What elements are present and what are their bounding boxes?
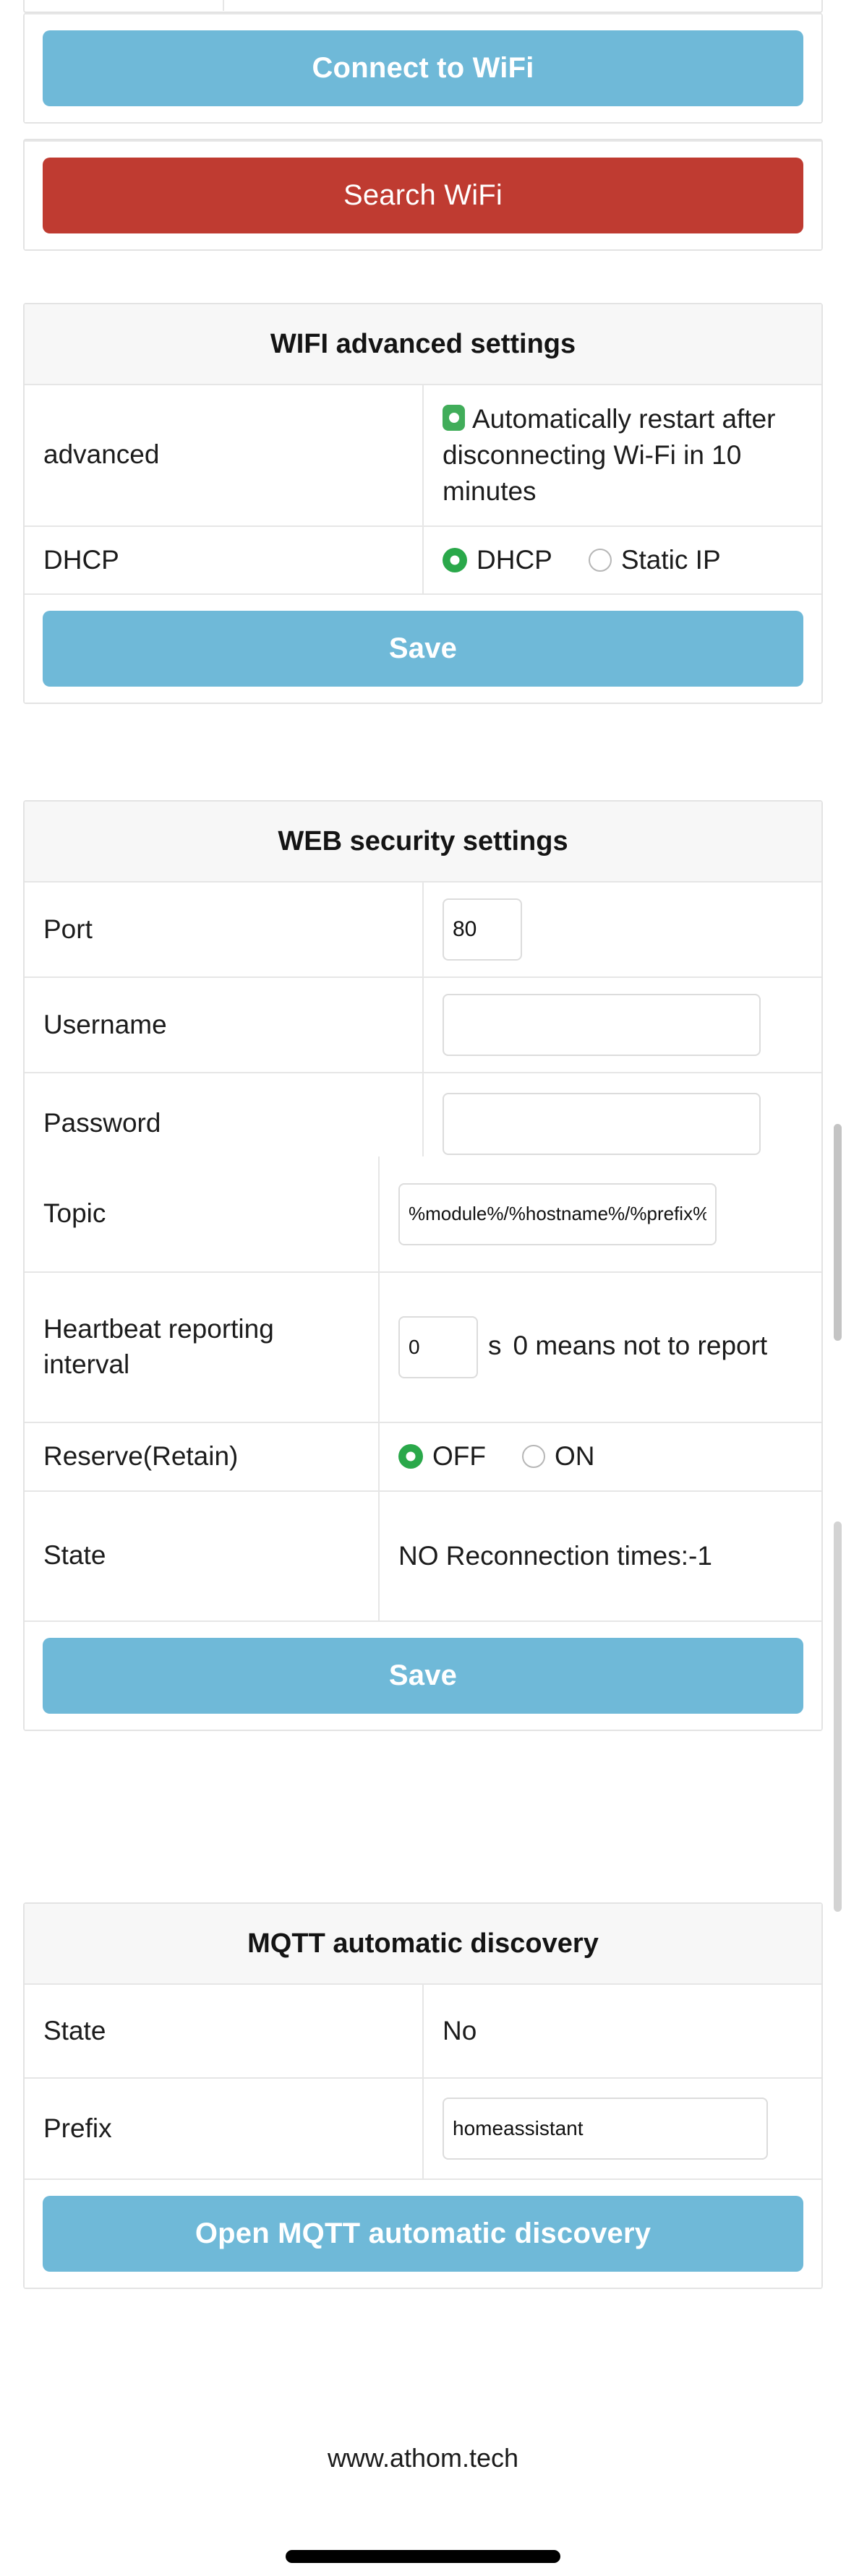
mqtt-state-value: NO Reconnection times:-1	[379, 1491, 821, 1621]
dhcp-row-label: DHCP	[25, 526, 423, 595]
web-security-settings-panel: WEB security settings Port Username Pass…	[23, 800, 823, 1175]
dhcp-option-static-ip[interactable]: Static IP	[589, 543, 721, 578]
port-input[interactable]	[443, 898, 522, 961]
table-row	[25, 0, 223, 11]
heartbeat-interval-label: Heartbeat reporting interval	[25, 1272, 379, 1422]
home-indicator	[286, 2550, 560, 2563]
web-security-title: WEB security settings	[25, 802, 821, 882]
discovery-prefix-label: Prefix	[25, 2078, 423, 2179]
dhcp-row-value: DHCP Static IP	[423, 526, 821, 595]
heartbeat-interval-value-cell: s 0 means not to report	[379, 1272, 821, 1422]
heartbeat-interval-input[interactable]	[398, 1316, 478, 1378]
page-scrollbar-thumb[interactable]	[834, 1124, 842, 1341]
heartbeat-hint: 0 means not to report	[513, 1331, 768, 1360]
wifi-advanced-save-button[interactable]: Save	[43, 611, 803, 687]
discovery-state-value: No	[423, 1984, 821, 2078]
retain-option-off[interactable]: OFF	[398, 1439, 486, 1474]
table-row: Username	[25, 977, 821, 1073]
wifi-advanced-save-cell: Save	[25, 594, 821, 703]
port-value-cell	[423, 882, 821, 977]
table-row: State No	[25, 1984, 821, 2078]
table-row: Port	[25, 882, 821, 977]
auto-restart-label: Automatically restart after disconnectin…	[443, 404, 775, 506]
page-root: Connect to WiFi Search WiFi WIFI advance…	[0, 0, 846, 2576]
heartbeat-unit: s	[488, 1331, 502, 1360]
username-value-cell	[423, 977, 821, 1073]
inner-scrollbar-thumb[interactable]	[834, 1521, 842, 1912]
retain-value-cell: OFF ON	[379, 1422, 821, 1491]
topic-value-cell	[379, 1156, 821, 1272]
mqtt-save-button[interactable]: Save	[43, 1638, 803, 1714]
open-mqtt-discovery-button[interactable]: Open MQTT automatic discovery	[43, 2196, 803, 2272]
auto-restart-checkbox[interactable]	[443, 405, 465, 431]
topic-label: Topic	[25, 1156, 379, 1272]
retain-label: Reserve(Retain)	[25, 1422, 379, 1491]
port-label: Port	[25, 882, 423, 977]
dhcp-radio-selected-icon[interactable]	[443, 548, 467, 572]
discovery-state-label: State	[25, 1984, 423, 2078]
table-row: Prefix	[25, 2078, 821, 2179]
mqtt-discovery-panel: MQTT automatic discovery State No Prefix…	[23, 1902, 823, 2289]
mqtt-save-cell: Save	[25, 1621, 821, 1730]
footer-site-link[interactable]: www.athom.tech	[0, 2443, 846, 2473]
mqtt-settings-overlay-panel: Topic Heartbeat reporting interval s 0 me…	[23, 1156, 823, 1731]
retain-off-radio-selected-icon[interactable]	[398, 1444, 423, 1469]
table-row: Heartbeat reporting interval s 0 means no…	[25, 1272, 821, 1422]
connect-wifi-cell: Connect to WiFi	[25, 14, 821, 122]
open-discovery-cell: Open MQTT automatic discovery	[25, 2179, 821, 2288]
table-row: Topic	[25, 1156, 821, 1272]
table-row: Reserve(Retain) OFF ON	[25, 1422, 821, 1491]
advanced-row-label: advanced	[25, 385, 423, 525]
static-ip-radio-icon[interactable]	[589, 549, 612, 572]
retain-option-on[interactable]: ON	[522, 1439, 595, 1474]
table-row	[223, 0, 821, 11]
dhcp-option-dhcp[interactable]: DHCP	[443, 543, 552, 578]
wifi-advanced-settings-panel: WIFI advanced settings advanced Automati…	[23, 303, 823, 704]
discovery-prefix-value-cell	[423, 2078, 821, 2179]
search-wifi-button[interactable]: Search WiFi	[43, 158, 803, 233]
search-wifi-panel: Search WiFi	[23, 139, 823, 251]
mqtt-state-label: State	[25, 1491, 379, 1621]
advanced-row-value: Automatically restart after disconnectin…	[423, 385, 821, 525]
previous-table-remnant	[23, 0, 823, 13]
connect-wifi-panel: Connect to WiFi	[23, 13, 823, 124]
retain-on-radio-icon[interactable]	[522, 1445, 545, 1468]
connect-to-wifi-button[interactable]: Connect to WiFi	[43, 30, 803, 106]
password-input[interactable]	[443, 1093, 761, 1155]
search-wifi-cell: Search WiFi	[25, 141, 821, 249]
table-row: advanced Automatically restart after dis…	[25, 385, 821, 525]
mqtt-discovery-title: MQTT automatic discovery	[25, 1904, 821, 1984]
discovery-prefix-input[interactable]	[443, 2098, 768, 2160]
username-input[interactable]	[443, 994, 761, 1056]
wifi-advanced-title: WIFI advanced settings	[25, 304, 821, 385]
table-row: State NO Reconnection times:-1	[25, 1491, 821, 1621]
topic-input[interactable]	[398, 1183, 717, 1245]
table-row: DHCP DHCP Static IP	[25, 526, 821, 595]
username-label: Username	[25, 977, 423, 1073]
